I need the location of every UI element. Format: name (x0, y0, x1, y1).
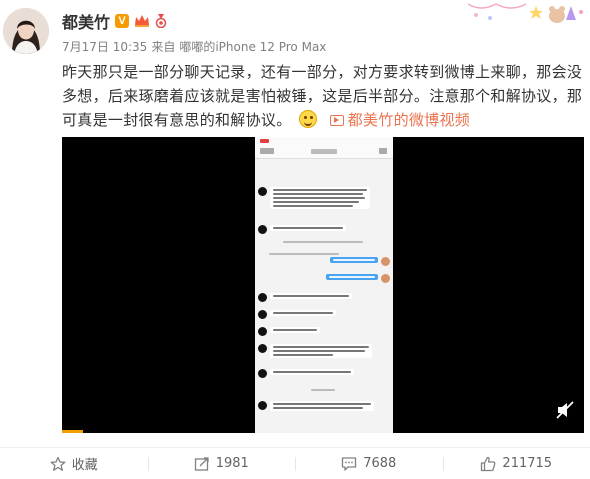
post-content: 昨天那只是一部分聊天记录，还有一部分，对方要求转到微博上来聊，那会没多想，后来琢… (62, 60, 584, 132)
comment-button[interactable]: 7688 (295, 448, 443, 479)
comment-count: 7688 (363, 456, 397, 471)
avatar[interactable] (3, 8, 49, 54)
phone-chat-header (255, 145, 393, 159)
medal-icon[interactable] (155, 14, 167, 28)
chat-message (258, 369, 354, 378)
video-link-icon (329, 115, 344, 126)
favorite-button[interactable]: 收藏 (0, 448, 148, 479)
repost-count: 1981 (215, 456, 249, 471)
card-decoration-icon (467, 3, 583, 23)
video-player[interactable] (62, 137, 584, 433)
repost-button[interactable]: 1981 (147, 448, 296, 479)
post-text: 昨天那只是一部分聊天记录，还有一部分，对方要求转到微博上来聊，那会没多想，后来琢… (62, 63, 583, 129)
video-link-label: 都美竹的微博视频 (347, 111, 471, 129)
video-link[interactable]: 都美竹的微博视频 (329, 111, 471, 129)
chat-message (258, 293, 352, 302)
star-icon (50, 456, 66, 471)
source-prefix: 来自 (151, 40, 176, 54)
repost-icon (194, 456, 209, 471)
crown-icon[interactable] (134, 14, 150, 28)
chat-message (258, 401, 374, 411)
author-row: 都美竹 V (62, 9, 167, 33)
thumbs-up-icon (481, 456, 496, 471)
chat-message-self (330, 257, 390, 266)
chat-message-self (326, 274, 390, 283)
chat-message (258, 187, 370, 209)
smile-emoji-icon (298, 110, 317, 128)
mute-icon[interactable] (556, 401, 574, 419)
comment-icon (342, 456, 357, 471)
video-progress-bar[interactable] (62, 430, 83, 433)
chat-message (258, 344, 372, 358)
chat-message (258, 327, 320, 336)
weibo-post: 都美竹 V 7月17日 10:35 来自 嘟嘟的iPhone 12 Pro Ma… (0, 0, 590, 479)
chat-system-note (311, 389, 335, 391)
like-count: 211715 (502, 456, 553, 471)
chat-message (258, 225, 346, 234)
verified-badge-icon[interactable]: V (115, 14, 130, 28)
action-bar: 收藏 1981 7688 211715 (0, 447, 590, 479)
like-button[interactable]: 211715 (442, 448, 590, 479)
chat-system-note (283, 241, 363, 243)
post-meta: 7月17日 10:35 来自 嘟嘟的iPhone 12 Pro Max (62, 38, 326, 55)
post-source[interactable]: 嘟嘟的iPhone 12 Pro Max (179, 38, 326, 55)
avatar-photo (3, 8, 49, 54)
chat-message (258, 310, 336, 319)
author-name[interactable]: 都美竹 (62, 9, 110, 33)
favorite-label: 收藏 (71, 458, 98, 473)
post-timestamp[interactable]: 7月17日 10:35 (62, 38, 147, 55)
chat-system-note (269, 253, 339, 255)
phone-status-bar (255, 137, 393, 145)
video-frame-chat-screenshot (255, 137, 393, 433)
